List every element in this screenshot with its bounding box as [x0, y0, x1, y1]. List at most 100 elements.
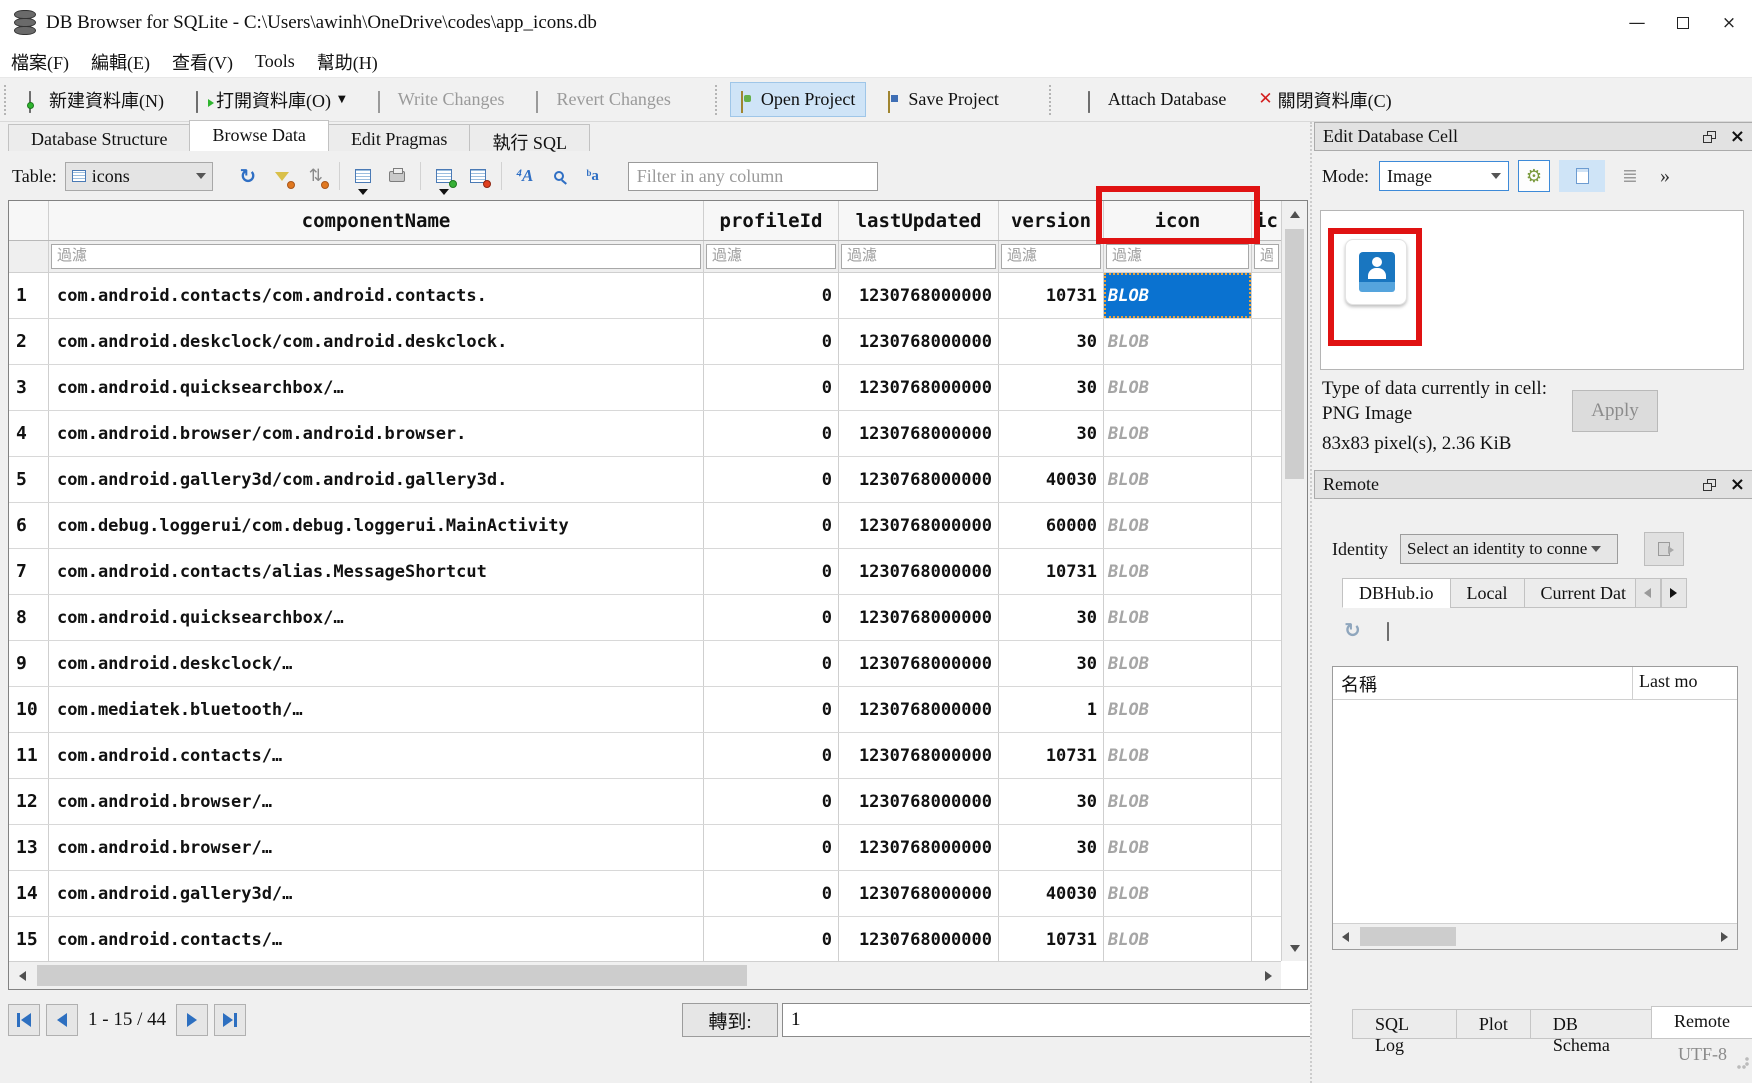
cell-componentName[interactable]: com.android.contacts/…	[49, 917, 704, 961]
cell-lastUpdated[interactable]: 1230768000000	[839, 687, 999, 732]
column-header-lastUpdated[interactable]: lastUpdated	[839, 201, 999, 240]
column-header-name[interactable]: 名稱	[1333, 667, 1633, 699]
cell-lastUpdated[interactable]: 1230768000000	[839, 503, 999, 548]
tab-sql-log[interactable]: SQL Log	[1352, 1009, 1457, 1039]
encoding-button[interactable]: ᵇa	[576, 161, 610, 191]
column-header-profileId[interactable]: profileId	[704, 201, 839, 240]
row-number[interactable]: 14	[9, 871, 49, 916]
blob-value[interactable]: BLOB	[1104, 746, 1149, 766]
cell-componentName[interactable]: com.android.browser/…	[49, 825, 704, 870]
cell-lastUpdated[interactable]: 1230768000000	[839, 871, 999, 916]
cell-icon-blob[interactable]: BLOB	[1104, 687, 1252, 732]
cell-icon-blob[interactable]: BLOB	[1104, 641, 1252, 686]
cell-profileId[interactable]: 0	[704, 273, 839, 318]
cell-profileId[interactable]: 0	[704, 779, 839, 824]
filter-input[interactable]	[51, 244, 701, 269]
scroll-left-icon[interactable]	[1333, 924, 1358, 949]
horizontal-scroll-thumb[interactable]	[37, 965, 747, 986]
menu-item[interactable]: 檔案(F)	[0, 47, 80, 77]
table-select[interactable]: icons	[65, 162, 213, 191]
resize-grip[interactable]	[1736, 1056, 1750, 1070]
tab--sql[interactable]: 執行 SQL	[469, 124, 590, 151]
cell-lastUpdated[interactable]: 1230768000000	[839, 319, 999, 364]
write-changes-button[interactable]: Write Changes	[368, 83, 515, 116]
menu-item[interactable]: 查看(V)	[161, 47, 244, 77]
cell-lastUpdated[interactable]: 1230768000000	[839, 779, 999, 824]
cell-componentName[interactable]: com.mediatek.bluetooth/…	[49, 687, 704, 732]
row-number[interactable]: 12	[9, 779, 49, 824]
blob-value[interactable]: BLOB	[1104, 332, 1149, 352]
blob-value[interactable]: BLOB	[1104, 930, 1149, 950]
cell-icon-blob[interactable]: BLOB	[1104, 733, 1252, 778]
remote-scroll-thumb[interactable]	[1360, 927, 1456, 946]
blob-value[interactable]: BLOB	[1104, 378, 1149, 398]
text-view-toggle-button[interactable]	[1559, 160, 1605, 192]
cell-lastUpdated[interactable]: 1230768000000	[839, 825, 999, 870]
cell-icon-blob[interactable]: BLOB	[1104, 549, 1252, 594]
insert-record-dropdown-icon[interactable]	[439, 189, 449, 195]
download-database-icon[interactable]	[1387, 623, 1402, 638]
horizontal-scrollbar[interactable]	[9, 961, 1281, 989]
refresh-button[interactable]: ↻	[231, 161, 265, 191]
previous-record-button[interactable]	[46, 1004, 78, 1036]
tab-plot[interactable]: Plot	[1456, 1009, 1531, 1039]
cell-lastUpdated[interactable]: 1230768000000	[839, 549, 999, 594]
font-button[interactable]: ⁴A	[508, 161, 542, 191]
cell-lastUpdated[interactable]: 1230768000000	[839, 457, 999, 502]
cell-icon-blob[interactable]: BLOB	[1104, 917, 1252, 961]
blob-value[interactable]: BLOB	[1104, 470, 1149, 490]
word-wrap-button[interactable]: ≣	[1614, 160, 1646, 192]
row-number[interactable]: 2	[9, 319, 49, 364]
vertical-scrollbar[interactable]	[1281, 201, 1307, 961]
tab-db-schema[interactable]: DB Schema	[1530, 1009, 1652, 1039]
cell-componentName[interactable]: com.android.deskclock/com.android.deskcl…	[49, 319, 704, 364]
refresh-remote-icon[interactable]: ↻	[1344, 618, 1361, 642]
row-number[interactable]: 6	[9, 503, 49, 548]
close-panel-icon[interactable]: ×	[1730, 479, 1745, 491]
goto-button[interactable]: 轉到:	[682, 1003, 778, 1037]
tab-remote[interactable]: Remote	[1651, 1006, 1752, 1039]
blob-value[interactable]: BLOB	[1104, 516, 1149, 536]
identity-select[interactable]: Select an identity to conne	[1400, 534, 1618, 564]
cell-componentName[interactable]: com.android.gallery3d/…	[49, 871, 704, 916]
menu-item[interactable]: 幫助(H)	[306, 47, 389, 77]
cell-version[interactable]: 40030	[999, 871, 1104, 916]
next-record-button[interactable]	[176, 1004, 208, 1036]
cell-profileId[interactable]: 0	[704, 365, 839, 410]
cell-componentName[interactable]: com.android.contacts/com.android.contact…	[49, 273, 704, 318]
row-number[interactable]: 11	[9, 733, 49, 778]
minimize-icon[interactable]: —	[1614, 0, 1660, 46]
open-database-button[interactable]: 打開資料庫(O) ▼	[186, 81, 356, 119]
row-number[interactable]: 9	[9, 641, 49, 686]
tab-edit-pragmas[interactable]: Edit Pragmas	[328, 124, 471, 151]
row-number[interactable]: 10	[9, 687, 49, 732]
goto-record-input[interactable]	[782, 1003, 1314, 1037]
blob-value[interactable]: BLOB	[1104, 608, 1149, 628]
cell-componentName[interactable]: com.android.browser/…	[49, 779, 704, 824]
filter-any-column-input[interactable]	[628, 162, 878, 191]
cell-version[interactable]: 60000	[999, 503, 1104, 548]
cell-componentName[interactable]: com.android.quicksearchbox/…	[49, 595, 704, 640]
cell-version[interactable]: 30	[999, 365, 1104, 410]
blob-value[interactable]: BLOB	[1104, 838, 1149, 858]
open-database-dropdown-icon[interactable]: ▼	[338, 94, 346, 105]
clear-sort-button[interactable]: ⇅	[299, 161, 333, 191]
cell-profileId[interactable]: 0	[704, 411, 839, 456]
cell-lastUpdated[interactable]: 1230768000000	[839, 365, 999, 410]
cell-icon-blob[interactable]: BLOB	[1104, 779, 1252, 824]
remote-tab-dbhub-io[interactable]: DBHub.io	[1342, 578, 1451, 608]
cell-profileId[interactable]: 0	[704, 595, 839, 640]
find-in-table-button[interactable]	[542, 161, 576, 191]
blob-value[interactable]: BLOB	[1104, 562, 1149, 582]
row-number[interactable]: 3	[9, 365, 49, 410]
cell-version[interactable]: 30	[999, 411, 1104, 456]
cell-version[interactable]: 30	[999, 595, 1104, 640]
cell-lastUpdated[interactable]: 1230768000000	[839, 411, 999, 456]
remote-horizontal-scrollbar[interactable]	[1333, 923, 1737, 949]
maximize-icon[interactable]	[1660, 0, 1706, 46]
push-database-button[interactable]	[1644, 532, 1684, 566]
filter-input[interactable]	[706, 244, 836, 269]
blob-value[interactable]: BLOB	[1104, 792, 1149, 812]
cell-version[interactable]: 10731	[999, 917, 1104, 961]
cell-componentName[interactable]: com.android.quicksearchbox/…	[49, 365, 704, 410]
